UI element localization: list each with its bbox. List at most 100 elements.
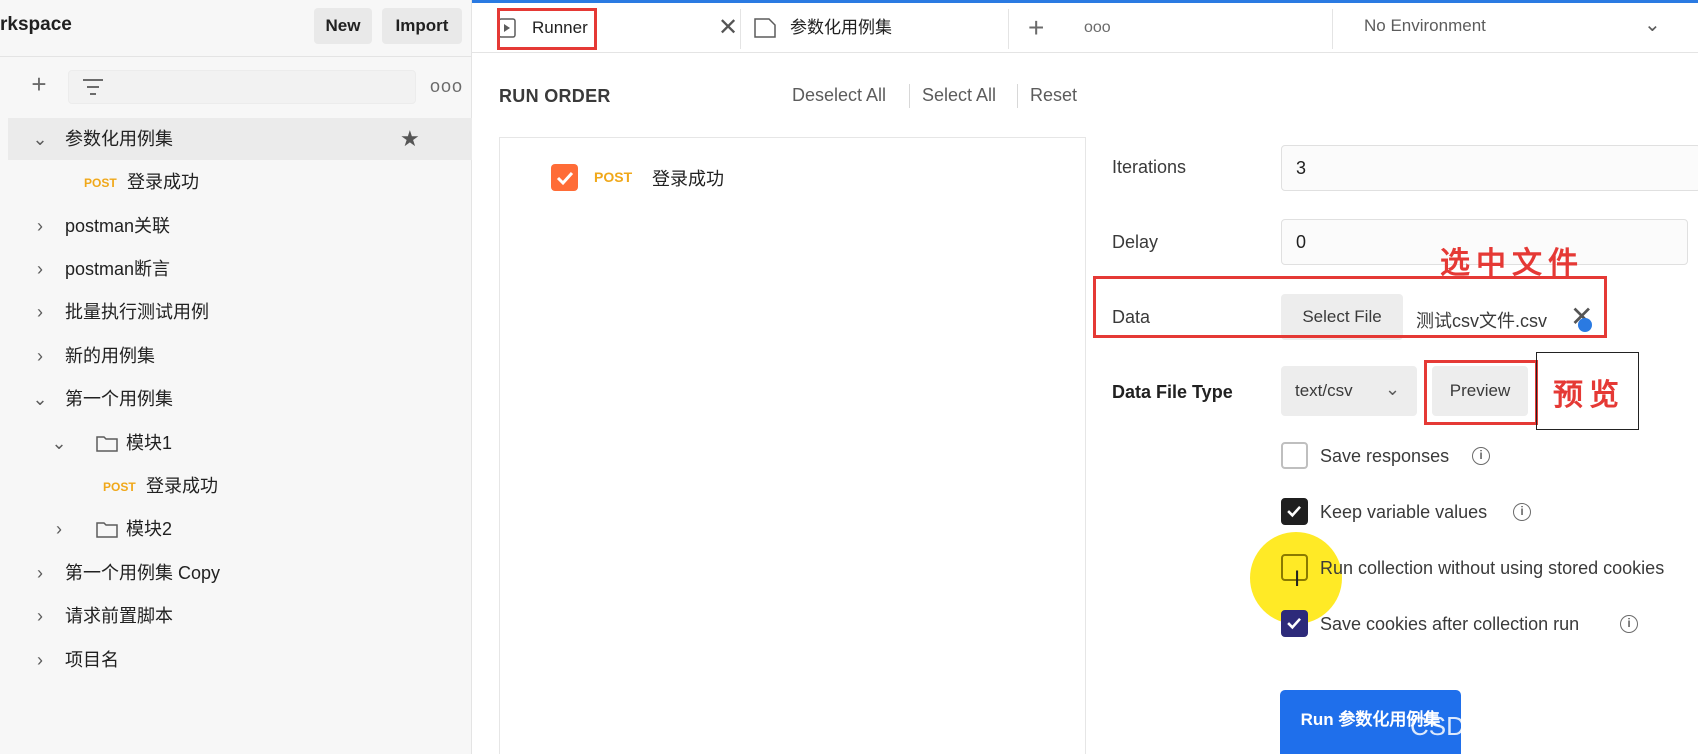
annotation-preview: 预览 — [1553, 378, 1625, 413]
chevron-right-icon[interactable]: › — [32, 595, 48, 637]
tab-divider — [1008, 9, 1009, 49]
collection-item[interactable]: › postman断言 — [8, 248, 472, 290]
star-icon[interactable]: ★ — [400, 118, 420, 160]
collection-label: 第一个用例集 Copy — [65, 563, 221, 583]
chevron-down-icon[interactable]: ⌄ — [32, 118, 48, 160]
checkmark-icon — [1287, 505, 1301, 518]
add-tab-icon[interactable]: + — [1028, 3, 1058, 53]
request-item[interactable]: POST 登录成功 — [8, 161, 472, 203]
collection-label: postman断言 — [65, 259, 171, 279]
collection-item[interactable]: ⌄ 第一个用例集 — [8, 378, 472, 420]
more-options-icon[interactable]: ooo — [430, 76, 463, 97]
close-tab-icon[interactable]: ✕ — [718, 3, 738, 53]
checkmark-icon — [1287, 617, 1301, 630]
iterations-input[interactable]: 3 — [1281, 145, 1698, 191]
workspace-title[interactable]: rkspace — [0, 14, 72, 36]
annotation-box-runner — [497, 8, 597, 50]
tab-divider — [740, 9, 741, 49]
collection-label: 批量执行测试用例 — [65, 302, 209, 322]
collection-label: 项目名 — [65, 650, 119, 670]
collection-item[interactable]: › 第一个用例集 Copy — [8, 552, 472, 594]
reset-button[interactable]: Reset — [1030, 85, 1077, 106]
chevron-right-icon[interactable]: › — [51, 508, 67, 550]
folder-item[interactable]: ⌄ 模块1 — [8, 422, 472, 464]
data-file-type-label: Data File Type — [1112, 382, 1233, 402]
collection-label: 请求前置脚本 — [65, 606, 173, 626]
post-method-tag: POST — [594, 169, 633, 185]
import-button[interactable]: Import — [382, 8, 462, 44]
folder-item[interactable]: › 模块2 — [8, 508, 472, 550]
divider — [1017, 84, 1018, 108]
save-responses-checkbox[interactable] — [1281, 442, 1308, 469]
divider — [0, 56, 472, 57]
add-collection-icon[interactable]: + — [26, 71, 52, 98]
chevron-right-icon[interactable]: › — [32, 248, 48, 290]
tab-more-icon[interactable]: ooo — [1084, 3, 1124, 53]
search-input[interactable] — [68, 70, 416, 104]
post-method-tag: POST — [84, 176, 117, 190]
collection-icon — [754, 18, 776, 38]
info-icon[interactable]: i — [1472, 447, 1490, 465]
request-checkbox[interactable] — [551, 164, 578, 191]
chevron-right-icon[interactable]: › — [32, 335, 48, 377]
annotation-select-file: 选中文件 — [1440, 246, 1584, 281]
chevron-right-icon[interactable]: › — [32, 291, 48, 333]
run-without-cookies-label: Run collection without using stored cook… — [1320, 558, 1665, 578]
chevron-down-icon: ⌄ — [1385, 379, 1401, 399]
text-cursor-icon: I — [1294, 566, 1301, 591]
chevron-right-icon[interactable]: › — [32, 639, 48, 681]
delay-label: Delay — [1112, 232, 1159, 252]
request-label: 登录成功 — [127, 172, 199, 192]
chevron-down-icon[interactable]: ⌄ — [1644, 12, 1661, 37]
iterations-label: Iterations — [1112, 157, 1187, 177]
collection-label: 参数化用例集 — [65, 129, 173, 149]
folder-icon — [96, 436, 118, 452]
run-order-title: RUN ORDER — [499, 86, 611, 106]
chevron-right-icon[interactable]: › — [32, 552, 48, 594]
tab-bar: Runner ✕ 参数化用例集 + ooo — [472, 3, 1698, 53]
annotation-box-data — [1093, 276, 1607, 338]
request-item[interactable]: POST 登录成功 — [8, 465, 472, 507]
collection-label: 第一个用例集 — [65, 389, 173, 409]
collection-item[interactable]: › 请求前置脚本 — [8, 595, 472, 637]
run-order-list — [499, 137, 1086, 754]
annotation-box-preview — [1424, 360, 1538, 425]
collection-item[interactable]: › 项目名 — [8, 639, 472, 681]
data-file-type-value: text/csv — [1295, 381, 1353, 400]
post-method-tag: POST — [103, 480, 136, 494]
folder-icon — [96, 522, 118, 538]
new-button[interactable]: New — [314, 8, 372, 44]
info-icon[interactable]: i — [1620, 615, 1638, 633]
keep-variable-values-label: Keep variable values — [1320, 502, 1488, 522]
chevron-down-icon[interactable]: ⌄ — [51, 422, 67, 464]
folder-label: 模块1 — [126, 433, 173, 453]
sidebar: rkspace New Import + ooo ⌄ 参数化用例集 ★ POST… — [0, 0, 472, 754]
save-responses-label: Save responses — [1320, 446, 1450, 466]
chevron-down-icon[interactable]: ⌄ — [32, 378, 48, 420]
keep-variable-values-checkbox[interactable] — [1281, 498, 1308, 525]
watermark: CSDN @胜天半月子 — [1410, 711, 1648, 741]
tab-divider — [1332, 9, 1333, 49]
collection-item[interactable]: ⌄ 参数化用例集 ★ — [8, 118, 472, 160]
collection-item[interactable]: › 新的用例集 — [8, 335, 472, 377]
save-cookies-label: Save cookies after collection run — [1320, 614, 1580, 634]
request-label: 登录成功 — [146, 476, 218, 496]
collection-label: 新的用例集 — [65, 346, 155, 366]
tab-collection[interactable]: 参数化用例集 — [754, 3, 974, 53]
collection-label: postman关联 — [65, 216, 171, 236]
checkmark-icon — [556, 171, 574, 186]
collection-item[interactable]: › postman关联 — [8, 205, 472, 247]
info-icon[interactable]: i — [1513, 503, 1531, 521]
filter-icon[interactable] — [82, 78, 104, 96]
folder-label: 模块2 — [126, 519, 173, 539]
chevron-right-icon[interactable]: › — [32, 205, 48, 247]
select-all-button[interactable]: Select All — [922, 85, 996, 106]
environment-select[interactable]: No Environment — [1364, 16, 1486, 36]
collection-item[interactable]: › 批量执行测试用例 — [8, 291, 472, 333]
request-name: 登录成功 — [652, 169, 724, 189]
deselect-all-button[interactable]: Deselect All — [792, 85, 886, 106]
data-file-type-select[interactable]: text/csv ⌄ — [1281, 366, 1417, 416]
tab-collection-label: 参数化用例集 — [790, 18, 892, 37]
divider — [909, 84, 910, 108]
save-cookies-checkbox[interactable] — [1281, 610, 1308, 637]
